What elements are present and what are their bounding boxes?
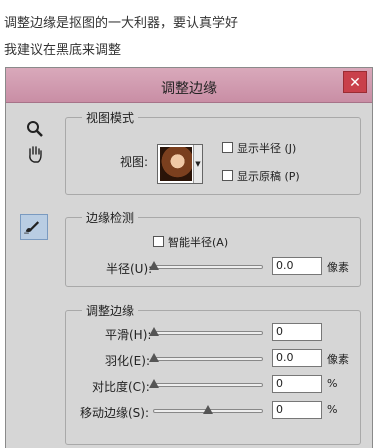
smooth-slider[interactable]	[149, 327, 263, 336]
shift-edge-label: 移动边缘(S):	[80, 406, 150, 420]
view-mode-group: 视图模式 视图: ▼ 显示半径 (J) 显示原稿 (P)	[65, 109, 361, 195]
view-thumbnail-picker[interactable]: ▼	[157, 144, 203, 184]
close-button[interactable]: ✕	[343, 71, 367, 93]
hand-icon[interactable]	[24, 143, 46, 165]
contrast-label: 对比度(C):	[92, 380, 150, 394]
contrast-input[interactable]: 0	[272, 375, 322, 393]
show-radius-checkbox[interactable]	[222, 142, 233, 153]
view-preview-thumbnail	[160, 147, 192, 181]
radius-slider[interactable]	[149, 261, 263, 270]
adjust-edge-legend: 调整边缘	[82, 302, 139, 319]
dialog-titlebar[interactable]: 调整边缘 ✕	[6, 68, 372, 103]
radius-label: 半径(U):	[106, 262, 153, 276]
shift-edge-input[interactable]: 0	[272, 401, 322, 419]
contrast-slider-handle[interactable]	[149, 379, 159, 388]
smooth-input[interactable]: 0	[272, 323, 322, 341]
feather-slider[interactable]	[149, 353, 263, 362]
shift-edge-unit: %	[327, 403, 338, 416]
show-original-label: 显示原稿 (P)	[237, 170, 300, 183]
edge-detection-group: 边缘检测 智能半径(A) 半径(U): 0.0 像素	[65, 209, 361, 287]
smart-radius-checkbox[interactable]	[153, 236, 164, 247]
feather-unit: 像素	[327, 353, 349, 366]
feather-input[interactable]: 0.0	[272, 349, 322, 367]
radius-unit: 像素	[327, 261, 349, 274]
view-mode-legend: 视图模式	[82, 109, 139, 126]
adjust-edge-group: 调整边缘 平滑(H): 0 羽化(E): 0.0 像素 对比度(C): 0 % …	[65, 302, 361, 445]
radius-input[interactable]: 0.0	[272, 257, 322, 275]
shift-edge-slider-handle[interactable]	[203, 405, 213, 414]
zoom-icon[interactable]	[24, 118, 46, 140]
refine-brush-icon[interactable]	[20, 214, 48, 240]
dialog-title: 调整边缘	[161, 81, 217, 97]
feather-slider-handle[interactable]	[149, 353, 159, 362]
show-original-checkbox[interactable]	[222, 170, 233, 181]
view-label: 视图:	[120, 155, 149, 169]
edge-detection-legend: 边缘检测	[82, 209, 139, 226]
contrast-slider[interactable]	[149, 379, 263, 388]
smooth-label: 平滑(H):	[105, 328, 152, 342]
caption-line-2: 我建议在黑底来调整	[4, 43, 122, 58]
contrast-unit: %	[327, 377, 338, 390]
caption-line-1: 调整边缘是抠图的一大利器，要认真学好	[4, 16, 239, 31]
shift-edge-slider[interactable]	[153, 405, 263, 414]
feather-label: 羽化(E):	[105, 354, 150, 368]
chevron-down-icon[interactable]: ▼	[193, 145, 202, 183]
show-radius-label: 显示半径 (J)	[237, 142, 297, 155]
smart-radius-label: 智能半径(A)	[168, 236, 229, 249]
radius-slider-handle[interactable]	[149, 261, 159, 270]
smooth-slider-handle[interactable]	[149, 327, 159, 336]
